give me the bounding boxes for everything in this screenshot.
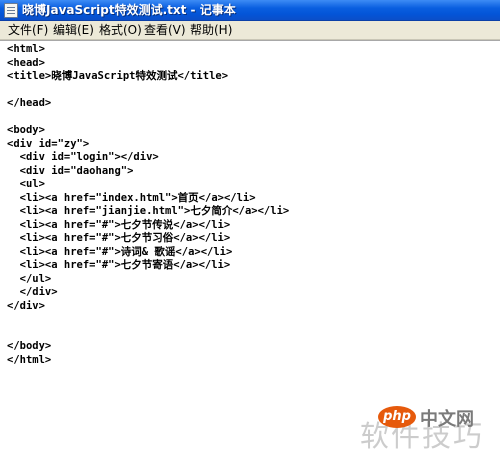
code-line: </div> (7, 286, 58, 298)
code-line: <li><a href="jianjie.html">七夕简介</a></li> (7, 205, 290, 217)
code-line: <html> (7, 43, 45, 55)
code-line: <div id="login"></div> (7, 151, 159, 163)
menu-bar: 文件(F) 编辑(E) 格式(O) 查看(V) 帮助(H) (0, 21, 500, 40)
menu-format[interactable]: 格式(O) (99, 23, 142, 37)
notepad-icon[interactable] (4, 3, 18, 18)
editor-content[interactable]: <html> <head> <title>晓博JavaScript特效测试</t… (7, 43, 289, 367)
code-line: <ul> (7, 178, 45, 190)
text-editor[interactable]: <html> <head> <title>晓博JavaScript特效测试</t… (0, 40, 500, 453)
code-line: <title>晓博JavaScript特效测试</title> (7, 70, 229, 82)
code-line: <li><a href="#">七夕节习俗</a></li> (7, 232, 231, 244)
code-line: <li><a href="#">七夕节传说</a></li> (7, 218, 231, 231)
code-line: </head> (7, 97, 52, 109)
menu-help[interactable]: 帮助(H) (190, 23, 232, 37)
php-logo-icon: php (378, 406, 416, 428)
code-line: <li><a href="#">诗词& 歌谣</a></li> (7, 245, 233, 258)
code-line: </ul> (7, 272, 52, 285)
window-title: 晓博JavaScript特效测试.txt - 记事本 (22, 3, 236, 17)
title-bar[interactable]: 晓博JavaScript特效测试.txt - 记事本 (0, 0, 500, 21)
menu-edit[interactable]: 编辑(E) (53, 23, 94, 37)
code-line: <div id="daohang"> (7, 164, 134, 177)
code-line: <li><a href="#">七夕节寄语</a></li> (7, 259, 231, 271)
code-line: </html> (7, 353, 52, 366)
code-line: </div> (7, 299, 45, 312)
code-line: <head> (7, 56, 45, 69)
code-line: <li><a href="index.html">首页</a></li> (7, 191, 256, 204)
code-line: <body> (7, 124, 45, 136)
watermark-site: 中文网 (420, 409, 474, 430)
menu-view[interactable]: 查看(V) (144, 23, 186, 37)
code-line: <div id="zy"> (7, 137, 90, 150)
menu-file[interactable]: 文件(F) (8, 23, 48, 37)
code-line: </body> (7, 340, 52, 352)
